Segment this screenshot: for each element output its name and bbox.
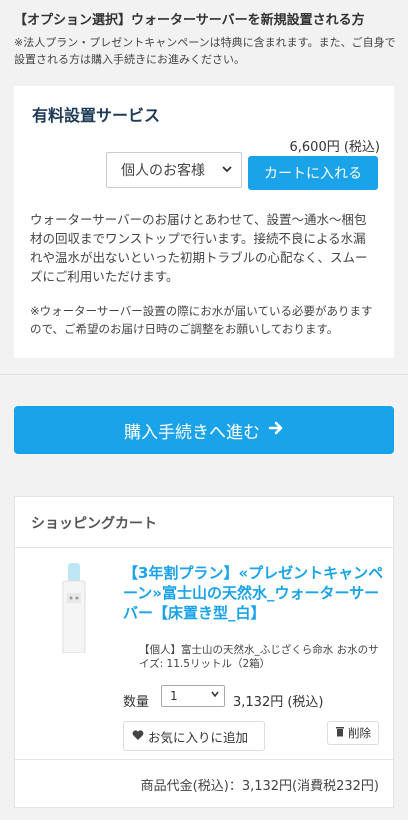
- installation-service-card: 有料設置サービス 6,600円 (税込) 個人のお客様 カートに入れる ウォータ…: [14, 86, 394, 358]
- cart-divider: [15, 759, 393, 760]
- option-header: 【オプション選択】ウォーターサーバーを新規設置される方 ※法人プラン・プレゼント…: [14, 12, 398, 68]
- service-price: 6,600円 (税込): [289, 140, 381, 155]
- subtotal: 商品代金(税込)：3,132円(消費税232円): [140, 779, 379, 794]
- chevron-down-icon: [210, 689, 220, 702]
- unit-price: 3,132円 (税込): [233, 695, 324, 710]
- heart-icon: [132, 729, 144, 744]
- quantity-value: 1: [170, 689, 178, 703]
- section-divider: [0, 374, 408, 375]
- product-detail: 【個人】富士山の天然水_ふじざくら命水 お水のサイズ: 11.5リットル（2箱）: [139, 644, 379, 670]
- checkout-button[interactable]: 購入手続きへ進む: [14, 406, 394, 454]
- water-server-image[interactable]: [59, 563, 89, 654]
- checkout-label: 購入手続きへ進む: [124, 422, 260, 443]
- chevron-down-icon: [221, 163, 233, 178]
- service-note: ※ウォーターサーバー設置の際にお水が届いている必要がありますので、ご希望のお届け…: [30, 304, 373, 336]
- service-description: ウォーターサーバーのお届けとあわせて、設置〜通水〜梱包材の回収までワンストップで…: [30, 212, 368, 284]
- quantity-select[interactable]: 1: [161, 685, 225, 707]
- customer-type-select[interactable]: 個人のお客様: [106, 152, 242, 188]
- add-to-cart-button[interactable]: カートに入れる: [248, 156, 378, 190]
- customer-type-value: 個人のお客様: [121, 163, 205, 179]
- add-favorite-button[interactable]: お気に入りに追加: [123, 721, 265, 751]
- trash-icon: [335, 726, 345, 740]
- cart-title: ショッピングカート: [31, 516, 157, 532]
- option-title: 【オプション選択】ウォーターサーバーを新規設置される方: [14, 13, 365, 28]
- delete-label: 削除: [348, 726, 371, 740]
- quantity-label: 数量: [123, 695, 150, 710]
- favorite-label: お気に入りに追加: [148, 729, 249, 745]
- option-note: ※法人プラン・プレゼントキャンペーンは特典に含まれます。また、ご自身で設置される…: [14, 36, 396, 66]
- delete-button[interactable]: 削除: [327, 721, 379, 745]
- arrow-right-icon: [268, 420, 284, 441]
- service-title: 有料設置サービス: [32, 106, 161, 125]
- cart-divider: [15, 547, 393, 548]
- product-name-link[interactable]: 【3年割プラン】«プレゼントキャンペーン»富士山の天然水_ウォーターサーバー【床…: [123, 563, 385, 623]
- shopping-cart: ショッピングカート 【3年割プラン】«プレゼントキャンペーン»富士山の天然水_ウ…: [14, 496, 394, 808]
